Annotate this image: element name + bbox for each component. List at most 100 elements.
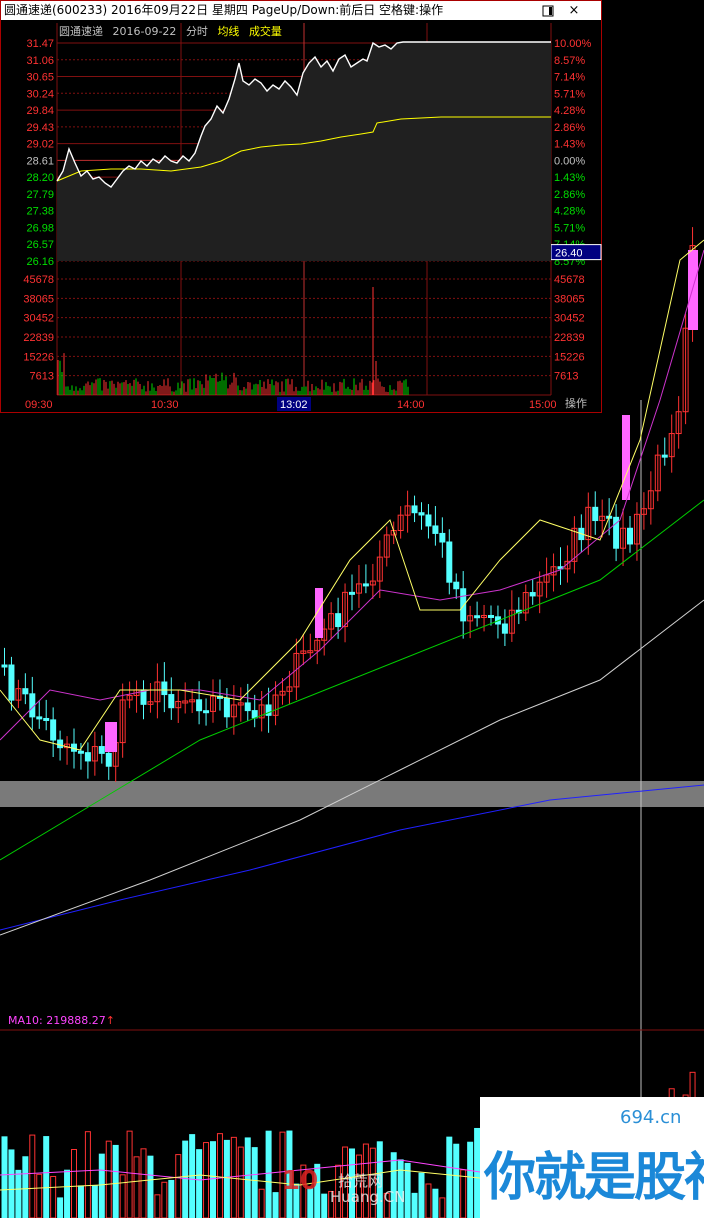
candle-body: [36, 716, 43, 720]
volume-bar: [71, 1148, 77, 1218]
volume-bar: [43, 1136, 50, 1218]
intraday-popup-window[interactable]: 圆通速递(600233) 2016年09月22日 星期四 PageUp/Down…: [0, 0, 602, 413]
volume-label: 30452: [23, 313, 54, 325]
volume-bar: [230, 1136, 237, 1218]
candle-body: [84, 752, 91, 762]
price-label: 26.57: [26, 239, 54, 251]
percent-label: 4.28%: [554, 105, 585, 117]
volume-bar: [203, 1142, 210, 1218]
volume-bar: [57, 1197, 64, 1218]
legend-stock-name: 圆通速递: [59, 25, 103, 38]
percent-label: 4.28%: [554, 206, 585, 218]
volume-label-right: 30452: [554, 313, 585, 325]
ma-line-white: [0, 599, 704, 936]
percent-label: 2.86%: [554, 122, 585, 134]
volume-bar: [77, 1185, 84, 1218]
highlight-candle: [688, 250, 698, 330]
volume-bar: [467, 1141, 474, 1218]
candle-body: [50, 719, 57, 741]
volume-bar: [119, 1174, 126, 1218]
volume-label: 38065: [23, 293, 54, 305]
watermark-logo-en: Huang.CN: [330, 1188, 406, 1206]
volume-label: 15226: [23, 351, 54, 363]
cursor-price-tag-text: 26.40: [555, 248, 583, 260]
candle-body: [1, 664, 8, 668]
time-label: 13:02: [280, 399, 308, 411]
price-label: 28.61: [26, 155, 54, 167]
percent-label: 5.71%: [554, 88, 585, 100]
price-label: 26.16: [26, 256, 54, 268]
volume-bar: [265, 1130, 272, 1218]
candle-body: [168, 694, 175, 709]
volume-bar: [439, 1197, 446, 1218]
price-label: 29.84: [26, 105, 54, 117]
candle-body: [161, 681, 168, 696]
volume-bar: [140, 1148, 147, 1218]
volume-bar: [446, 1136, 453, 1218]
volume-bar: [237, 1146, 244, 1218]
volume-label: 7613: [30, 371, 54, 383]
legend-volume: 成交量: [248, 25, 282, 38]
volume-label-right: 22839: [554, 332, 585, 344]
volume-bar: [453, 1143, 460, 1218]
volume-bar: [154, 1194, 161, 1218]
percent-label: 2.86%: [554, 189, 585, 201]
candle-body: [418, 512, 425, 516]
volume-bar: [223, 1139, 230, 1218]
legend-mode: 分时: [185, 25, 208, 38]
price-label: 31.47: [26, 38, 54, 50]
percent-label: 7.14%: [554, 72, 585, 84]
candle-body: [411, 505, 418, 514]
candle-body: [661, 454, 668, 458]
volume-bar: [22, 1156, 29, 1218]
candle-body: [105, 752, 112, 767]
volume-bar: [196, 1149, 203, 1218]
highlight-candle: [315, 588, 323, 638]
volume-bar: [105, 1140, 112, 1218]
candle-body: [446, 541, 453, 583]
operate-button[interactable]: 操作: [553, 396, 599, 412]
candle-body: [98, 746, 105, 754]
volume-bar: [112, 1144, 119, 1218]
volume-bar: [84, 1131, 91, 1218]
candle-body: [488, 614, 494, 618]
volume-bar: [133, 1156, 140, 1218]
volume-bar: [64, 1169, 71, 1218]
price-label: 27.79: [26, 189, 54, 201]
candle-body: [529, 592, 536, 597]
candle-body: [77, 750, 84, 754]
candle-body: [439, 532, 446, 543]
price-label: 30.24: [26, 88, 54, 100]
time-label: 14:00: [397, 399, 425, 411]
volume-label-right: 38065: [554, 293, 585, 305]
volume-bar: [216, 1133, 223, 1218]
candle-body: [251, 710, 258, 719]
price-label: 29.02: [26, 139, 54, 151]
volume-bar: [91, 1185, 98, 1218]
volume-bar: [36, 1173, 43, 1218]
percent-label: 5.71%: [554, 222, 585, 234]
percent-label: 1.43%: [554, 172, 585, 184]
volume-label: 45678: [23, 274, 54, 286]
candle-body: [474, 615, 481, 619]
watermark-domain: 694.cn: [620, 1107, 682, 1128]
intraday-chart: 31.47 31.06 30.65 30.24 29.84 29.43 29.02 28.61…: [23, 23, 602, 411]
volume-bar: [1, 1136, 8, 1218]
volume-label: 22839: [23, 332, 54, 344]
volume-bar: [251, 1147, 258, 1218]
volume-bar: [29, 1134, 36, 1218]
volume-bar: [8, 1149, 15, 1218]
volume-bar: [258, 1188, 265, 1218]
popup-legend: 圆通速递 2016-09-22 分时 均线 成交量: [59, 23, 288, 39]
volume-bar: [460, 1169, 467, 1218]
site-watermark: 694.cn 你就是股神: [480, 1097, 704, 1218]
percent-label: 8.57%: [554, 55, 585, 67]
candle-body: [362, 583, 369, 587]
price-label: 26.98: [26, 222, 54, 234]
time-label: 09:30: [25, 399, 53, 411]
candle-body: [335, 613, 342, 628]
volume-bar: [15, 1169, 22, 1218]
up-arrow-icon: ↑: [105, 1014, 115, 1027]
candle-body: [223, 697, 230, 718]
volume-bar: [175, 1154, 182, 1218]
